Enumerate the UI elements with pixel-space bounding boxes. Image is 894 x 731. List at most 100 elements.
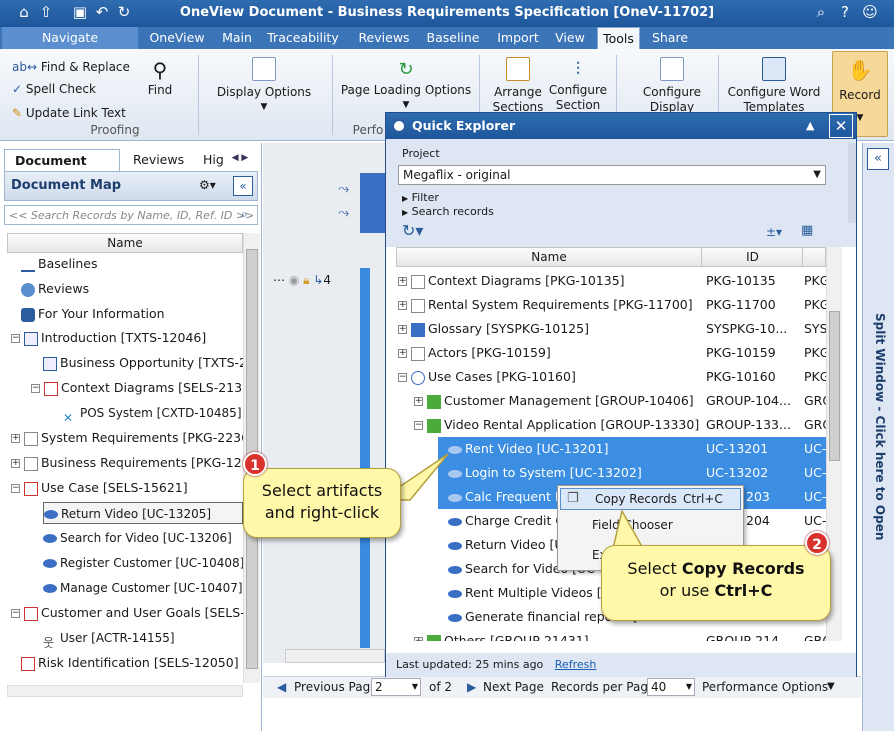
refresh-link[interactable]: Refresh (555, 658, 597, 671)
scrollbar-thumb[interactable] (829, 311, 840, 461)
configure-word-templates-button[interactable]: Configure Word Templates (726, 57, 822, 115)
expand-icon[interactable]: + (414, 637, 423, 641)
collapse-icon[interactable]: − (11, 609, 20, 618)
tab-import[interactable]: Import (492, 27, 544, 49)
find-button[interactable]: ⚲ Find (140, 57, 180, 98)
arrange-sections-button[interactable]: Arrange Sections (488, 57, 548, 115)
add-link-icon[interactable]: ±▾ (766, 225, 782, 239)
tab-reviews[interactable]: Reviews (354, 27, 414, 49)
next-page-button[interactable]: Next Page (483, 677, 544, 697)
doc-horizontal-scrollbar[interactable] (285, 649, 385, 663)
more-icon[interactable]: ⋯ (273, 273, 285, 287)
search-icon[interactable]: ⌕ (241, 207, 248, 222)
eye-icon[interactable]: ◉ (289, 273, 299, 287)
expand-left-icon[interactable]: « (867, 148, 889, 170)
table-row[interactable]: − Use Cases [PKG-10160] (398, 365, 576, 389)
table-row[interactable]: + Rental System Requirements [PKG-11700] (398, 293, 693, 317)
page-number-input[interactable]: 2 ▼ (371, 678, 421, 696)
tab-baseline[interactable]: Baseline (423, 27, 483, 49)
help-icon[interactable]: ? (836, 3, 854, 21)
previous-page-button[interactable]: Previous Page (294, 677, 378, 697)
tab-reviews-panel[interactable]: Reviews (133, 149, 184, 171)
tab-navigate[interactable]: Navigate (2, 27, 138, 49)
split-window-strip[interactable]: « Split Window - Click here to Open (862, 143, 894, 731)
table-row[interactable]: Return Video [UC (448, 533, 572, 557)
tree-item[interactable]: ✕ POS System [CXTD-10485] (63, 402, 242, 425)
expand-icon[interactable]: + (398, 349, 407, 358)
table-row[interactable]: Charge Credit Ca (448, 509, 572, 533)
trace-icon[interactable]: ↳ (313, 273, 323, 287)
horizontal-scrollbar[interactable] (7, 685, 243, 697)
table-row[interactable]: + Actors [PKG-10159] (398, 341, 551, 365)
expand-icon[interactable]: + (398, 277, 407, 286)
tree-item[interactable]: + Business Requirements [PKG-12. (11, 452, 243, 474)
tree-item[interactable]: Manage Customer [UC-10407] (43, 577, 243, 599)
tab-traceability[interactable]: Traceability (264, 27, 342, 49)
collapse-icon[interactable]: − (11, 484, 20, 493)
refresh-icon[interactable]: ↻▾ (402, 221, 423, 240)
settings-icon[interactable]: ⚙▾ (199, 178, 216, 192)
update-link-text-button[interactable]: ✎ Update Link Text (12, 106, 126, 120)
tab-main[interactable]: Main (215, 27, 259, 49)
name-column-header[interactable]: Name (7, 233, 243, 253)
tab-view[interactable]: View (550, 27, 590, 49)
tree-item[interactable]: Risk Identification [SELS-12050] (21, 652, 239, 674)
toolbar-scrollbar[interactable] (848, 143, 856, 223)
tree-item[interactable]: − Introduction [TXTS-12046] (11, 327, 206, 349)
tab-highlights[interactable]: Hig (203, 149, 224, 171)
tree-item[interactable]: − Use Case [SELS-15621] (11, 477, 188, 499)
user-icon[interactable]: ☺ (861, 3, 879, 21)
configure-display-button[interactable]: Configure Display (632, 57, 712, 115)
spell-check-button[interactable]: ✓ Spell Check (12, 82, 96, 96)
table-row[interactable]: + Context Diagrams [PKG-10135] (398, 269, 625, 293)
expand-icon[interactable]: + (414, 397, 423, 406)
minimize-icon[interactable]: ▲ (806, 113, 814, 139)
tab-tools[interactable]: Tools (597, 27, 640, 49)
tab-oneview[interactable]: OneView (145, 27, 209, 49)
tab-share[interactable]: Share (647, 27, 693, 49)
link-icon[interactable]: ⤳ (338, 205, 349, 221)
tree-item[interactable]: Baselines (21, 253, 98, 275)
project-select[interactable]: Megaflix - original ▼ (398, 165, 826, 185)
search-input[interactable]: << Search Records by Name, ID, Ref. ID >… (4, 205, 258, 225)
table-row[interactable]: + Glossary [SYSPKG-10125] (398, 317, 589, 341)
table-row[interactable]: − Video Rental Application [GROUP-13330] (414, 413, 699, 437)
lock-icon[interactable]: 🔒︎ (303, 273, 309, 287)
next-icon[interactable]: ▶ (467, 677, 476, 697)
previous-icon[interactable]: ◀ (277, 677, 286, 697)
table-row[interactable]: Rent Multiple Videos [UC (448, 581, 620, 605)
name-column-header[interactable]: Name (397, 248, 702, 266)
collapse-icon[interactable]: − (11, 334, 20, 343)
column-chooser-icon[interactable]: ▦ (801, 223, 813, 238)
expand-icon[interactable]: + (11, 459, 20, 468)
collapse-icon[interactable]: − (31, 384, 40, 393)
expand-icon[interactable]: + (398, 325, 407, 334)
collapse-icon[interactable]: − (398, 373, 407, 382)
tree-item[interactable]: Reviews (21, 278, 89, 300)
configure-section-button[interactable]: ⫶ Configure Section (548, 57, 608, 113)
table-row[interactable]: + Others [GROUP-21431] (414, 629, 589, 641)
tree-item[interactable]: + System Requirements [PKG-2236 (11, 427, 243, 449)
link-icon[interactable]: ⤳ (338, 181, 349, 197)
find-replace-button[interactable]: ab↔ Find & Replace (12, 60, 130, 74)
row-actions[interactable]: ⋯ ◉ 🔒︎ ↳4 (273, 273, 331, 288)
collapse-left-icon[interactable]: « (233, 176, 253, 196)
search-icon[interactable]: ⌕ (812, 3, 830, 21)
table-row[interactable]: + Customer Management [GROUP-10406] (414, 389, 694, 413)
tree-item-selected[interactable]: Return Video [UC-13205] (43, 502, 243, 524)
tree-item[interactable]: − Customer and User Goals [SELS- (11, 602, 243, 624)
expand-icon[interactable]: + (398, 301, 407, 310)
collapse-icon[interactable]: − (414, 421, 423, 430)
tree-item[interactable]: Search for Video [UC-13206] (43, 527, 232, 549)
expand-icon[interactable]: + (11, 434, 20, 443)
quick-explorer-title-bar[interactable]: Quick Explorer ▲ ✕ (386, 113, 856, 139)
display-options-button[interactable]: Display Options ▼ (212, 57, 316, 115)
tree-item[interactable]: − Context Diagrams [SELS-2133 (31, 377, 243, 399)
tree-item[interactable]: 웃 User [ACTR-14155] (43, 627, 175, 650)
close-icon[interactable]: ✕ (829, 114, 853, 138)
filter-toggle[interactable]: ▶ Filter (402, 191, 439, 204)
tree-item[interactable]: For Your Information (21, 303, 165, 325)
search-records-toggle[interactable]: ▶ Search records (402, 205, 494, 218)
tab-scroll-arrows[interactable]: ◀ ▶ (222, 149, 258, 167)
records-per-page-select[interactable]: 40 ▼ (647, 678, 695, 696)
